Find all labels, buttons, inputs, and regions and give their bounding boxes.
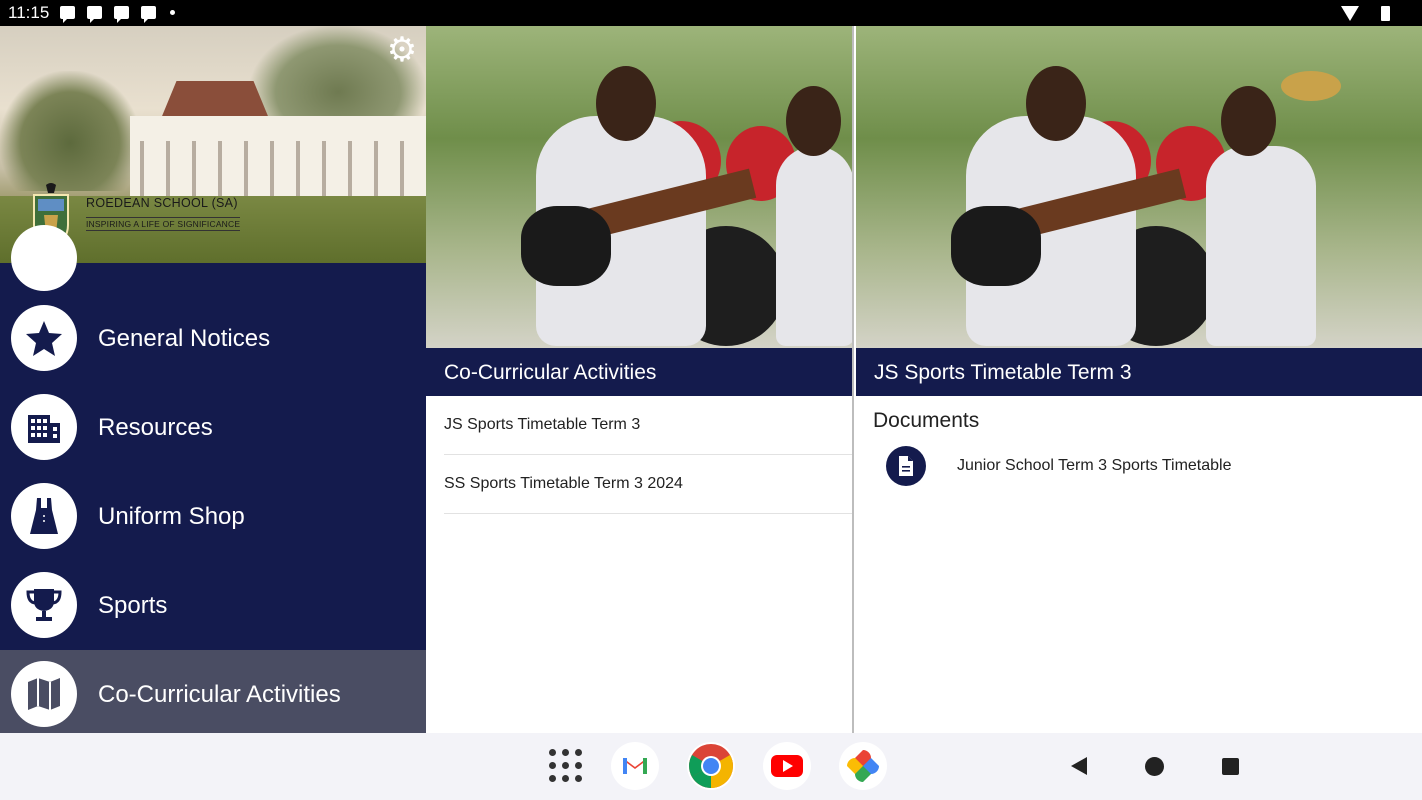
menu-item-sports[interactable]: Sports: [0, 561, 426, 650]
menu-item-resources[interactable]: Resources: [0, 383, 426, 472]
menu-item-label: Co-Curricular Activities: [98, 681, 341, 708]
photos-icon[interactable]: [839, 742, 887, 790]
drawer-header-image: ROEDEAN SCHOOL (SA) INSPIRING A LIFE OF …: [0, 26, 426, 263]
header-photo: [426, 26, 852, 348]
pane-title: Co-Curricular Activities: [444, 361, 657, 384]
notification-icon: [114, 6, 129, 23]
trophy-icon: [11, 572, 77, 638]
pane-title-bar: JS Sports Timetable Term 3: [856, 348, 1422, 396]
gmail-icon[interactable]: [611, 742, 659, 790]
header-photo: [856, 26, 1422, 348]
document-icon[interactable]: [886, 446, 926, 486]
app-drawer-icon[interactable]: [549, 749, 583, 783]
documents-heading: Documents: [873, 409, 980, 432]
school-motto: INSPIRING A LIFE OF SIGNIFICANCE: [86, 217, 241, 231]
system-nav-bar: [0, 733, 1422, 800]
list-item[interactable]: SS Sports Timetable Term 3 2024: [444, 455, 852, 514]
navigation-drawer: ROEDEAN SCHOOL (SA) INSPIRING A LIFE OF …: [0, 26, 426, 733]
list-item-label: SS Sports Timetable Term 3 2024: [444, 475, 683, 492]
list-item[interactable]: JS Sports Timetable Term 3: [444, 396, 852, 455]
notification-icon: [141, 6, 156, 23]
menu-item-general-notices[interactable]: General Notices: [0, 294, 426, 383]
recents-icon[interactable]: [1222, 758, 1239, 775]
notification-icon: [87, 6, 102, 23]
wifi-icon: [1341, 6, 1359, 21]
status-bar: 11:15: [0, 0, 1422, 26]
home-icon[interactable]: [1145, 757, 1164, 776]
menu-item-label: Uniform Shop: [98, 503, 245, 530]
menu-item-label: Resources: [98, 414, 213, 441]
settings-gear-icon[interactable]: ⚙: [386, 33, 418, 67]
battery-icon: [1381, 6, 1390, 21]
youtube-icon[interactable]: [763, 742, 811, 790]
timetable-detail-pane: JS Sports Timetable Term 3 Documents Jun…: [856, 26, 1422, 733]
pane-title-bar: Co-Curricular Activities: [426, 348, 852, 396]
back-icon[interactable]: [1071, 757, 1087, 775]
partial-menu-icon: [11, 225, 77, 291]
activities-list-pane: Co-Curricular Activities JS Sports Timet…: [426, 26, 854, 733]
map-icon: [11, 661, 77, 727]
notification-icon: [60, 6, 75, 23]
building-icon: [11, 394, 77, 460]
menu-item-label: General Notices: [98, 325, 271, 352]
menu-item-co-curricular-activities[interactable]: Co-Curricular Activities: [0, 650, 426, 733]
dress-icon: [11, 483, 77, 549]
status-time: 11:15: [8, 3, 50, 22]
star-icon: [11, 305, 77, 371]
chrome-icon[interactable]: [687, 742, 735, 790]
list-item-label: JS Sports Timetable Term 3: [444, 416, 641, 433]
menu-item-uniform-shop[interactable]: Uniform Shop: [0, 472, 426, 561]
pane-title: JS Sports Timetable Term 3: [874, 361, 1132, 384]
document-link[interactable]: Junior School Term 3 Sports Timetable: [957, 457, 1232, 475]
menu-item-label: Sports: [98, 592, 168, 619]
more-notifications-icon: [170, 10, 175, 15]
school-name: ROEDEAN SCHOOL (SA): [86, 196, 238, 210]
